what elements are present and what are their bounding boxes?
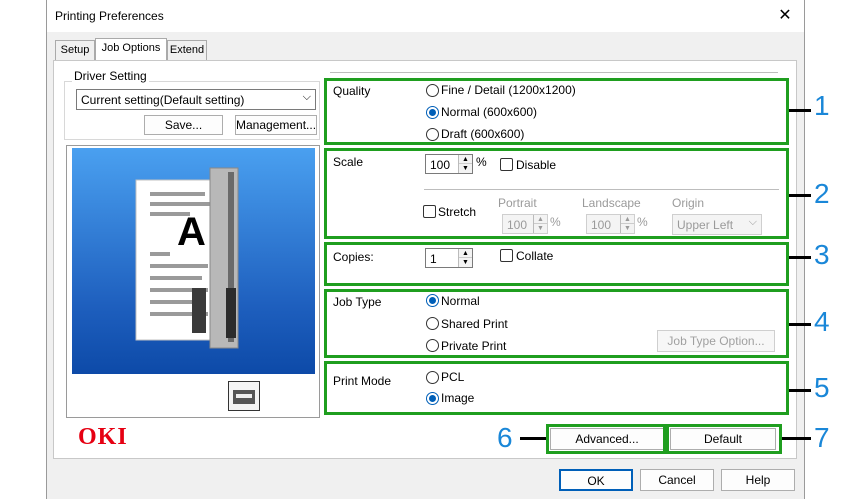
callout-line-6 <box>520 437 546 440</box>
spin-up-icon[interactable]: ▲ <box>459 249 472 258</box>
job-type-shared-label: Shared Print <box>441 317 508 331</box>
spin-up-icon[interactable]: ▲ <box>459 155 472 164</box>
spin-down-icon[interactable]: ▼ <box>459 164 472 173</box>
callout-6: 6 <box>497 422 513 453</box>
portrait-spin-buttons: ▲ ▼ <box>533 215 547 233</box>
landscape-stepper[interactable]: 100 ▲ ▼ <box>586 214 635 234</box>
scale-disable-label: Disable <box>516 158 557 172</box>
management-button[interactable]: Management... <box>235 115 317 135</box>
landscape-value: 100 <box>591 218 612 232</box>
job-type-normal-label: Normal <box>441 294 480 308</box>
driver-setting-label: Driver Setting <box>72 69 149 83</box>
callout-7: 7 <box>814 422 830 453</box>
tab-job-options[interactable]: Job Options <box>95 38 167 61</box>
printer-tray-icon[interactable] <box>228 381 260 411</box>
driver-setting-value: Current setting(Default setting) <box>81 93 245 107</box>
callout-line-1 <box>789 109 811 112</box>
stretch-label: Stretch <box>438 205 477 219</box>
quality-label: Quality <box>333 84 371 98</box>
chevron-down-icon: ⌵ <box>302 91 311 103</box>
callout-2: 2 <box>814 178 830 209</box>
quality-fine-radio[interactable] <box>426 84 439 97</box>
preview-page-letter: A <box>177 210 206 254</box>
close-icon[interactable]: ✕ <box>774 5 796 27</box>
scale-value: 100 <box>430 158 451 172</box>
portrait-unit: % <box>550 215 561 229</box>
portrait-stepper[interactable]: 100 ▲ ▼ <box>502 214 548 234</box>
job-type-label: Job Type <box>333 295 382 309</box>
quality-fine-label: Fine / Detail (1200x1200) <box>441 83 576 97</box>
callout-line-2 <box>789 194 811 197</box>
save-button[interactable]: Save... <box>144 115 223 135</box>
print-mode-image-label: Image <box>441 391 475 405</box>
stretch-checkbox[interactable] <box>423 205 436 218</box>
driver-setting-dropdown[interactable]: Current setting(Default setting) ⌵ <box>76 89 316 110</box>
callout-line-7 <box>782 437 811 440</box>
spin-up-icon[interactable]: ▲ <box>534 215 547 224</box>
job-type-option-button[interactable]: Job Type Option... <box>657 330 775 352</box>
portrait-value: 100 <box>507 218 528 232</box>
cancel-button[interactable]: Cancel <box>640 469 714 491</box>
quality-draft-label: Draft (600x600) <box>441 127 525 141</box>
landscape-label: Landscape <box>582 196 641 210</box>
page-preview-icon <box>135 167 239 349</box>
callout-line-5 <box>789 389 811 392</box>
origin-dropdown[interactable]: Upper Left ⌵ <box>672 214 762 235</box>
scale-spin-buttons: ▲ ▼ <box>458 155 472 173</box>
print-mode-pcl-label: PCL <box>441 370 465 384</box>
landscape-unit: % <box>637 215 648 229</box>
window-title: Printing Preferences <box>55 9 164 23</box>
scale-stepper[interactable]: 100 ▲ ▼ <box>425 154 473 174</box>
callout-5: 5 <box>814 372 830 403</box>
copies-spin-buttons: ▲ ▼ <box>458 249 472 267</box>
job-type-normal-radio[interactable] <box>426 294 439 307</box>
preview-image: A <box>72 148 315 374</box>
title-bar: Printing Preferences ✕ <box>47 0 804 32</box>
help-button[interactable]: Help <box>721 469 795 491</box>
quality-normal-radio[interactable] <box>426 106 439 119</box>
callout-4: 4 <box>814 306 830 337</box>
print-mode-image-radio[interactable] <box>426 392 439 405</box>
print-mode-pcl-radio[interactable] <box>426 371 439 384</box>
advanced-button[interactable]: Advanced... <box>550 428 664 450</box>
spin-down-icon[interactable]: ▼ <box>621 224 634 233</box>
quality-draft-radio[interactable] <box>426 128 439 141</box>
quality-normal-label: Normal (600x600) <box>441 105 538 119</box>
spin-up-icon[interactable]: ▲ <box>621 215 634 224</box>
spin-down-icon[interactable]: ▼ <box>534 224 547 233</box>
scale-separator <box>424 189 779 190</box>
landscape-spin-buttons: ▲ ▼ <box>620 215 634 233</box>
scale-disable-checkbox[interactable] <box>500 158 513 171</box>
callout-3: 3 <box>814 239 830 270</box>
top-separator <box>330 72 778 73</box>
origin-value: Upper Left <box>677 218 734 232</box>
callout-line-4 <box>789 323 811 326</box>
job-type-private-radio[interactable] <box>426 339 439 352</box>
scale-label: Scale <box>333 155 364 169</box>
job-type-shared-radio[interactable] <box>426 317 439 330</box>
oki-logo: OKI <box>78 424 128 450</box>
copies-label: Copies: <box>333 250 374 264</box>
tab-extend[interactable]: Extend <box>167 40 207 60</box>
job-type-private-label: Private Print <box>441 339 507 353</box>
chevron-down-icon: ⌵ <box>748 216 757 228</box>
copies-stepper[interactable]: 1 ▲ ▼ <box>425 248 473 268</box>
default-button[interactable]: Default <box>670 428 776 450</box>
print-mode-label: Print Mode <box>333 374 392 388</box>
scale-unit: % <box>476 155 487 169</box>
collate-checkbox[interactable] <box>500 249 513 262</box>
collate-label: Collate <box>516 249 554 263</box>
portrait-label: Portrait <box>498 196 537 210</box>
copies-value: 1 <box>430 252 437 266</box>
callout-line-3 <box>789 256 811 259</box>
origin-label: Origin <box>672 196 705 210</box>
spin-down-icon[interactable]: ▼ <box>459 258 472 267</box>
callout-1: 1 <box>814 90 830 121</box>
tab-setup[interactable]: Setup <box>55 40 95 60</box>
ok-button[interactable]: OK <box>559 469 633 491</box>
